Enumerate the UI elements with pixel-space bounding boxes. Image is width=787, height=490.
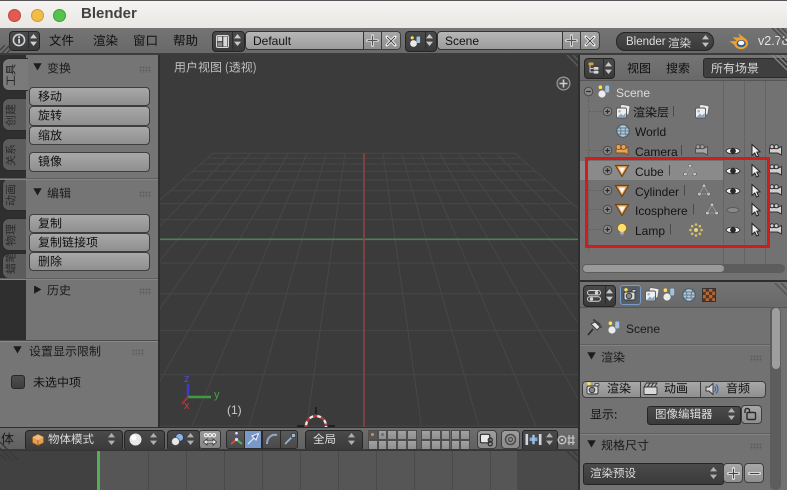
svg-text:y: y	[214, 389, 220, 401]
svg-text:x: x	[184, 400, 190, 412]
svg-text:z: z	[184, 373, 190, 385]
